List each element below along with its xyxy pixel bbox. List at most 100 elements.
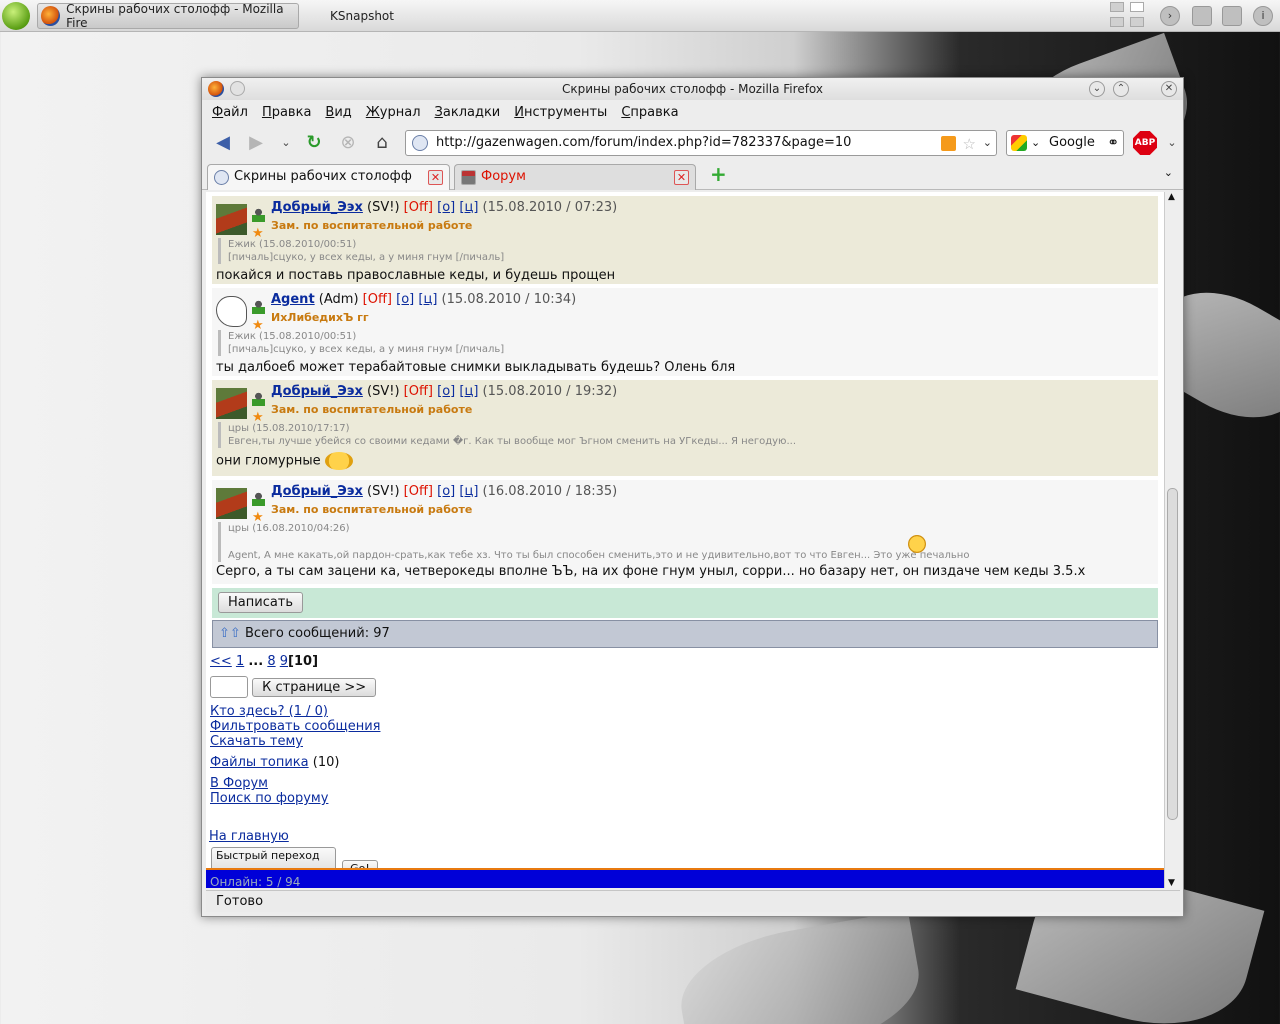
stop-icon[interactable]: ⊗ (336, 132, 360, 154)
device-icon[interactable] (1192, 6, 1212, 26)
quote-author: Ежик (15.08.2010/00:51) (228, 239, 357, 250)
post-rank: Зам. по воспитательной работе (271, 219, 473, 232)
page-ellipsis: ... (248, 654, 264, 669)
page-link-1[interactable]: 1 (236, 654, 244, 669)
who-here-link[interactable]: Кто здесь? (1 / 0) (210, 704, 328, 719)
page-link-8[interactable]: 8 (267, 654, 275, 669)
url-dropdown-icon[interactable]: ⌄ (983, 131, 992, 155)
post-link-quote[interactable]: [ц] (459, 384, 478, 399)
page-prev-link[interactable]: << (210, 654, 232, 669)
printer-icon[interactable] (1222, 6, 1242, 26)
menu-tools[interactable]: Инструменты (514, 105, 607, 120)
menu-help[interactable]: Справка (621, 105, 678, 120)
menu-bookmarks[interactable]: Закладки (435, 105, 501, 120)
reload-icon[interactable]: ↻ (302, 132, 326, 154)
avatar (216, 296, 247, 327)
post-header: Добрый_Ээх (SV!) [Off] [o] [ц] (15.08.20… (271, 384, 1152, 402)
post-author-link[interactable]: Добрый_Ээх (271, 384, 363, 399)
post-author-link[interactable]: Agent (271, 292, 315, 307)
search-input[interactable]: ⌄ Google ⚭ (1006, 130, 1124, 156)
search-binoculars-icon[interactable]: ⚭ (1107, 131, 1119, 155)
bookmark-star-icon[interactable]: ☆ (963, 132, 976, 156)
new-tab-icon[interactable]: + (710, 162, 727, 186)
post-link-o[interactable]: [o] (437, 484, 455, 499)
to-forum-link[interactable]: В Форум (210, 776, 268, 791)
post-role: (SV!) (367, 200, 400, 215)
tab-forum[interactable]: Форум ✕ (454, 164, 696, 190)
url-input[interactable]: http://gazenwagen.com/forum/index.php?id… (405, 130, 997, 156)
rss-icon[interactable] (941, 136, 956, 151)
post-message: покайся и поставь православные кеды, и б… (216, 268, 616, 283)
post-link-quote[interactable]: [ц] (418, 292, 437, 307)
write-button[interactable]: Написать (218, 592, 304, 613)
post-author-link[interactable]: Добрый_Ээх (271, 200, 363, 215)
post-status: [Off] (403, 200, 434, 215)
download-topic-link[interactable]: Скачать тему (210, 734, 303, 749)
search-forum-link[interactable]: Поиск по форуму (210, 791, 328, 806)
post-date: (15.08.2010 / 10:34) (441, 292, 577, 307)
quote-author: цры (15.08.2010/17:17) (228, 423, 350, 434)
goto-page-button[interactable]: К странице >> (252, 677, 377, 697)
back-icon[interactable]: ◀ (211, 132, 235, 154)
menu-view[interactable]: Вид (325, 105, 351, 120)
post-status: [Off] (362, 292, 393, 307)
smiley-icon (324, 452, 353, 470)
abp-dropdown-icon[interactable]: ⌄ (1160, 132, 1184, 154)
site-favicon-icon (214, 170, 229, 185)
post-link-o[interactable]: [o] (396, 292, 414, 307)
scroll-up-arrow-icon[interactable]: ▲ (1168, 192, 1175, 202)
tab-screenshots[interactable]: Скрины рабочих столофф ✕ (207, 164, 450, 190)
tab-list-icon[interactable]: ⌄ (1164, 166, 1173, 179)
topic-links: Кто здесь? (1 / 0) Фильтровать сообщения… (210, 704, 380, 806)
arrow-right-icon[interactable]: › (1160, 6, 1180, 26)
firefox-icon (41, 6, 61, 26)
scroll-down-arrow-icon[interactable]: ▼ (1168, 878, 1175, 888)
taskbar-label: Скрины рабочих столофф - Mozilla Fire (66, 2, 284, 30)
quote-text: Евген,ты лучше убейся со своими кедами �… (228, 436, 797, 447)
kde-menu-icon[interactable] (2, 2, 30, 30)
firefox-icon (208, 81, 224, 97)
menu-file[interactable]: Файл (212, 105, 248, 120)
google-icon[interactable] (1011, 135, 1027, 151)
post-link-quote[interactable]: [ц] (459, 200, 478, 215)
post-role: (SV!) (367, 484, 400, 499)
vertical-scrollbar[interactable]: ▲ ▼ (1164, 192, 1180, 888)
home-link[interactable]: На главную (209, 829, 289, 844)
history-dropdown-icon[interactable]: ⌄ (274, 132, 298, 154)
scroll-up-icon[interactable]: ⇧⇧ (219, 621, 241, 647)
post-link-o[interactable]: [o] (437, 384, 455, 399)
taskbar-ksnapshot[interactable]: KSnapshot (330, 3, 394, 29)
site-identity-icon[interactable] (412, 135, 428, 151)
quote-text: Agent, А мне какать,ой пардон-срать,как … (228, 550, 970, 561)
menu-history[interactable]: Журнал (366, 105, 421, 120)
window-title: Скрины рабочих столофф - Mozilla Firefox (562, 82, 823, 96)
page-number-input[interactable] (210, 676, 248, 698)
minimize-icon[interactable]: ⌄ (1089, 81, 1105, 97)
topic-files-link[interactable]: Файлы топика (210, 755, 309, 770)
forum-post: ★ Добрый_Ээх (SV!) [Off] [o] [ц] (15.08.… (212, 196, 1158, 284)
post-link-o[interactable]: [o] (437, 200, 455, 215)
post-author-link[interactable]: Добрый_Ээх (271, 484, 363, 499)
menu-edit[interactable]: Правка (262, 105, 311, 120)
home-icon[interactable]: ⌂ (370, 132, 394, 154)
navigation-toolbar: ◀ ▶ ⌄ ↻ ⊗ ⌂ http://gazenwagen.com/forum/… (202, 124, 1183, 162)
top-panel: Скрины рабочих столофф - Mozilla Fire KS… (0, 0, 1280, 32)
engine-dropdown-icon[interactable]: ⌄ (1031, 131, 1040, 155)
info-icon[interactable]: i (1253, 6, 1273, 26)
post-link-quote[interactable]: [ц] (459, 484, 478, 499)
tab-close-icon[interactable]: ✕ (674, 170, 689, 185)
filter-messages-link[interactable]: Фильтровать сообщения (210, 719, 380, 734)
post-date: (15.08.2010 / 07:23) (482, 200, 618, 215)
tab-close-icon[interactable]: ✕ (428, 170, 443, 185)
user-icon (252, 208, 265, 222)
desktop-pager[interactable] (1110, 2, 1150, 30)
close-icon[interactable]: ✕ (1161, 81, 1177, 97)
maximize-icon[interactable]: ⌃ (1113, 81, 1129, 97)
adblock-icon[interactable]: ABP (1133, 131, 1157, 155)
taskbar-firefox[interactable]: Скрины рабочих столофф - Mozilla Fire (37, 2, 299, 30)
scrollbar-thumb[interactable] (1167, 488, 1178, 820)
page-link-9[interactable]: 9 (280, 654, 288, 669)
title-bar: Скрины рабочих столофф - Mozilla Firefox… (202, 78, 1183, 100)
window-menu-icon[interactable] (230, 81, 245, 96)
forward-icon[interactable]: ▶ (244, 132, 268, 154)
